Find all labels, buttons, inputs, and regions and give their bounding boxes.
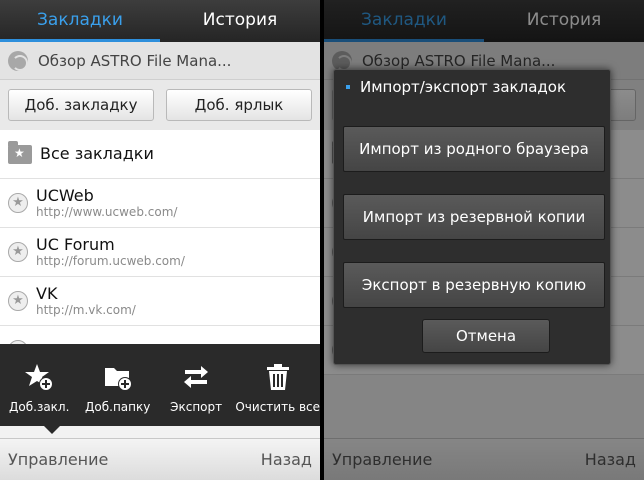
bookmark-url: http://m.vk.com/ bbox=[36, 303, 136, 317]
star-plus-icon bbox=[25, 364, 54, 391]
manage-button[interactable]: Управление bbox=[8, 450, 108, 469]
back-button[interactable]: Назад bbox=[261, 450, 312, 469]
left-screen: Закладки История Обзор ASTRO File Mana..… bbox=[0, 0, 320, 480]
menu-label: Доб.папку bbox=[85, 400, 151, 414]
star-icon: ★ bbox=[8, 242, 28, 262]
folder-star-icon: ★ bbox=[8, 140, 32, 164]
all-bookmarks-folder[interactable]: ★ Все закладки bbox=[0, 130, 320, 179]
tab-bookmarks[interactable]: Закладки bbox=[0, 0, 160, 42]
menu-clear-all[interactable]: Очистить все bbox=[235, 344, 320, 426]
menu-label: Доб.закл. bbox=[9, 400, 70, 414]
export-backup-button[interactable]: Экспорт в резервную копию bbox=[343, 262, 605, 308]
import-backup-button[interactable]: Импорт из резервной копии bbox=[343, 194, 605, 240]
list-item[interactable]: ★ UCWebhttp://www.ucweb.com/ bbox=[0, 179, 320, 228]
star-icon: ★ bbox=[8, 193, 28, 213]
tab-bar: Закладки История bbox=[0, 0, 320, 42]
list-item[interactable]: ★ UC Forumhttp://forum.ucweb.com/ bbox=[0, 228, 320, 277]
swap-arrows-icon bbox=[184, 366, 209, 388]
bookmark-url: http://www.ucweb.com/ bbox=[36, 205, 178, 219]
menu-export[interactable]: Экспорт bbox=[157, 344, 235, 426]
menu-add-folder[interactable]: Доб.папку bbox=[78, 344, 156, 426]
add-shortcut-button[interactable]: Доб. ярлык bbox=[166, 89, 312, 121]
right-screen: Закладки История Обзор ASTRO File Mana..… bbox=[324, 0, 644, 480]
menu-label: Экспорт bbox=[170, 400, 223, 414]
cancel-button[interactable]: Отмена bbox=[422, 319, 550, 353]
import-native-button[interactable]: Импорт из родного браузера bbox=[343, 126, 605, 172]
bookmark-list: ★ Все закладки ★ UCWebhttp://www.ucweb.c… bbox=[0, 130, 320, 375]
import-export-dialog: Импорт/экспорт закладок Импорт из родног… bbox=[333, 69, 611, 365]
folder-plus-icon bbox=[104, 368, 132, 391]
bookmark-title: UC Forum bbox=[36, 235, 115, 254]
bookmark-title: UCWeb bbox=[36, 186, 94, 205]
menu-label: Очистить все bbox=[235, 400, 320, 414]
list-item[interactable]: ★ VKhttp://m.vk.com/ bbox=[0, 277, 320, 326]
options-menu: Доб.закл. Доб.папку Экспорт Очистить все bbox=[0, 344, 320, 434]
folder-label: Все закладки bbox=[40, 144, 154, 163]
action-buttons: Доб. закладку Доб. ярлык bbox=[0, 80, 320, 130]
bookmark-title: VK bbox=[36, 284, 58, 303]
dialog-title: Импорт/экспорт закладок bbox=[334, 70, 610, 104]
star-icon: ★ bbox=[8, 291, 28, 311]
tab-history[interactable]: История bbox=[160, 0, 320, 42]
trash-icon bbox=[266, 364, 289, 390]
current-page-row[interactable]: Обзор ASTRO File Mana... bbox=[0, 42, 320, 80]
add-bookmark-button[interactable]: Доб. закладку bbox=[8, 89, 154, 121]
current-page-title: Обзор ASTRO File Mana... bbox=[38, 51, 232, 70]
menu-add-bookmark[interactable]: Доб.закл. bbox=[0, 344, 78, 426]
bottom-bar: Управление Назад bbox=[0, 438, 320, 480]
bookmark-url: http://forum.ucweb.com/ bbox=[36, 254, 185, 268]
globe-icon bbox=[8, 50, 28, 71]
